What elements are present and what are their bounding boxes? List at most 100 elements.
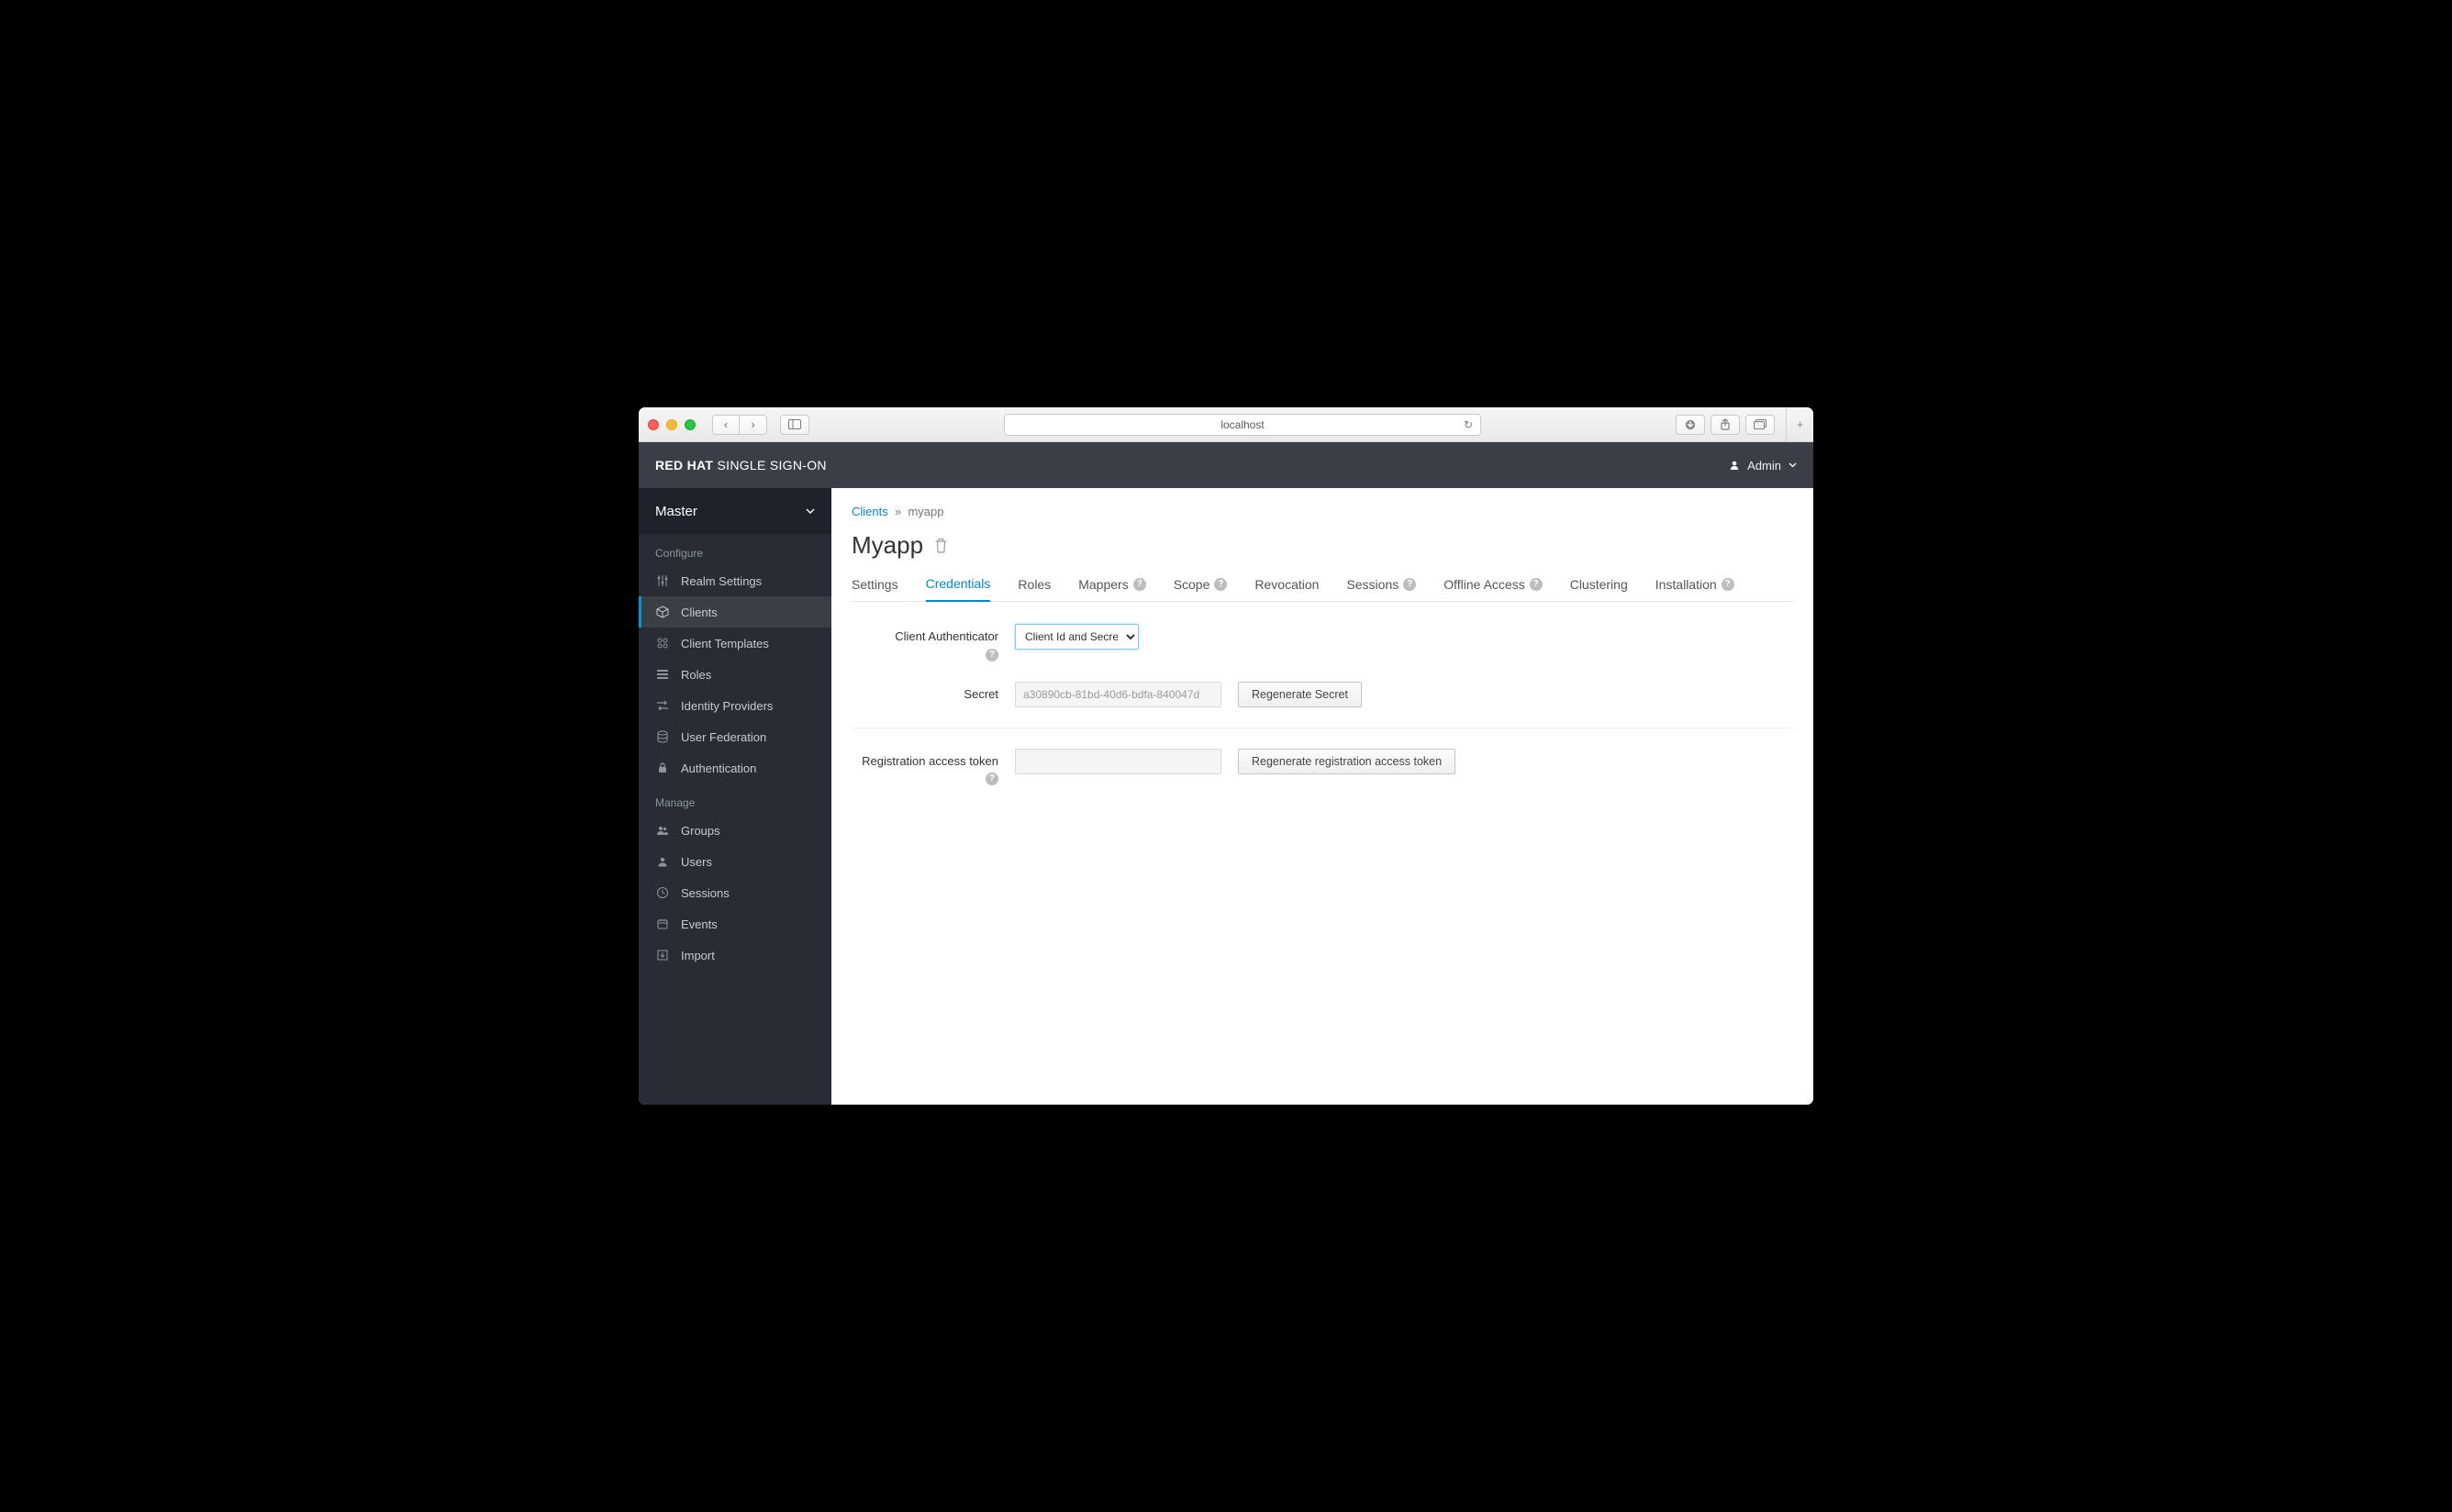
lock-icon	[655, 762, 670, 774]
main-content: Clients » myapp Myapp Settings Credentia…	[831, 488, 1813, 1105]
list-icon	[655, 668, 670, 681]
breadcrumb-parent[interactable]: Clients	[852, 505, 888, 518]
help-icon[interactable]: ?	[986, 773, 998, 785]
sliders-icon	[655, 574, 670, 587]
page-title-row: Myapp	[852, 531, 1793, 560]
tab-settings[interactable]: Settings	[852, 569, 898, 601]
back-button[interactable]: ‹	[712, 415, 740, 435]
tab-credentials[interactable]: Credentials	[926, 569, 991, 602]
row-secret: Secret Regenerate Secret	[852, 682, 1793, 707]
tab-installation[interactable]: Installation?	[1655, 569, 1734, 601]
tab-sessions[interactable]: Sessions?	[1346, 569, 1416, 601]
user-menu[interactable]: Admin	[1729, 459, 1797, 472]
label-client-authenticator: Client Authenticator ?	[852, 624, 998, 662]
breadcrumb-current: myapp	[908, 505, 943, 518]
sidebar-item-authentication[interactable]: Authentication	[639, 752, 831, 784]
app-header: RED HAT SINGLE SIGN-ON Admin	[639, 442, 1813, 488]
sidebar-item-groups[interactable]: Groups	[639, 815, 831, 846]
address-bar-container: localhost ↻	[936, 414, 1549, 436]
forward-button[interactable]: ›	[740, 415, 767, 435]
regenerate-secret-button[interactable]: Regenerate Secret	[1238, 682, 1362, 707]
sidebar-item-label: Authentication	[681, 762, 756, 775]
sidebar-toggle-button[interactable]	[780, 415, 809, 435]
sidebar-item-label: User Federation	[681, 730, 766, 744]
share-button[interactable]	[1711, 415, 1740, 435]
new-tab-button[interactable]: +	[1786, 407, 1813, 442]
sidebar-item-label: Import	[681, 949, 715, 962]
sidebar-item-realm-settings[interactable]: Realm Settings	[639, 565, 831, 596]
breadcrumb: Clients » myapp	[852, 505, 1793, 518]
section-manage: Manage	[639, 784, 831, 815]
reload-icon[interactable]: ↻	[1464, 418, 1473, 431]
tab-roles[interactable]: Roles	[1018, 569, 1051, 601]
minimize-window-icon[interactable]	[666, 419, 677, 430]
brand-bold: RED HAT	[655, 458, 713, 472]
sidebar-item-import[interactable]: Import	[639, 939, 831, 971]
sidebar-item-label: Roles	[681, 668, 711, 682]
chevron-down-icon	[1789, 462, 1797, 468]
sidebar-item-label: Realm Settings	[681, 574, 762, 588]
group-icon	[655, 824, 670, 837]
templates-icon	[655, 637, 670, 650]
brand-light: SINGLE SIGN-ON	[718, 458, 827, 472]
sidebar-item-clients[interactable]: Clients	[639, 596, 831, 628]
import-icon	[655, 949, 670, 962]
regenerate-token-button[interactable]: Regenerate registration access token	[1238, 749, 1455, 774]
row-client-authenticator: Client Authenticator ? Client Id and Sec…	[852, 624, 1793, 662]
sidebar-item-label: Groups	[681, 824, 720, 838]
downloads-button[interactable]	[1676, 415, 1705, 435]
tab-mappers[interactable]: Mappers?	[1078, 569, 1145, 601]
realm-selector[interactable]: Master	[639, 488, 831, 534]
address-text: localhost	[1220, 418, 1264, 431]
maximize-window-icon[interactable]	[685, 419, 696, 430]
database-icon	[655, 730, 670, 743]
sidebar-item-users[interactable]: Users	[639, 846, 831, 877]
cube-icon	[655, 606, 670, 618]
nav-buttons: ‹ ›	[712, 415, 767, 435]
sidebar-item-user-federation[interactable]: User Federation	[639, 721, 831, 752]
user-icon	[1729, 460, 1740, 471]
sidebar-item-roles[interactable]: Roles	[639, 659, 831, 690]
registration-token-field[interactable]	[1015, 749, 1221, 774]
calendar-icon	[655, 917, 670, 930]
tab-revocation[interactable]: Revocation	[1254, 569, 1319, 601]
user-name: Admin	[1747, 459, 1781, 472]
tab-scope[interactable]: Scope?	[1174, 569, 1228, 601]
sidebar-item-client-templates[interactable]: Client Templates	[639, 628, 831, 659]
client-authenticator-select[interactable]: Client Id and Secret	[1015, 624, 1139, 650]
sidebar: Master Configure Realm Settings Clients …	[639, 488, 831, 1105]
sidebar-item-identity-providers[interactable]: Identity Providers	[639, 690, 831, 721]
browser-toolbar: ‹ › localhost ↻ +	[639, 407, 1813, 442]
realm-name: Master	[655, 504, 697, 519]
chevron-down-icon	[806, 508, 815, 515]
page-title: Myapp	[852, 531, 923, 560]
help-icon: ?	[1530, 578, 1543, 591]
sidebar-item-label: Events	[681, 917, 718, 931]
sidebar-item-events[interactable]: Events	[639, 908, 831, 939]
sidebar-item-label: Client Templates	[681, 637, 769, 650]
help-icon[interactable]: ?	[986, 649, 998, 662]
section-configure: Configure	[639, 534, 831, 565]
secret-field[interactable]	[1015, 682, 1221, 707]
row-registration-token: Registration access token ? Regenerate r…	[852, 749, 1793, 785]
tab-clustering[interactable]: Clustering	[1570, 569, 1628, 601]
exchange-icon	[655, 699, 670, 712]
trash-icon[interactable]	[934, 538, 948, 553]
label-secret: Secret	[852, 682, 998, 703]
sidebar-item-label: Clients	[681, 606, 718, 619]
help-icon: ?	[1403, 578, 1416, 591]
help-icon: ?	[1133, 578, 1146, 591]
address-bar[interactable]: localhost ↻	[1004, 414, 1481, 436]
clock-icon	[655, 886, 670, 899]
help-icon: ?	[1214, 578, 1227, 591]
tabs-button[interactable]	[1745, 415, 1775, 435]
sidebar-item-label: Identity Providers	[681, 699, 773, 713]
tab-offline-access[interactable]: Offline Access?	[1443, 569, 1542, 601]
help-icon: ?	[1722, 578, 1734, 591]
close-window-icon[interactable]	[648, 419, 659, 430]
tabs: Settings Credentials Roles Mappers? Scop…	[852, 569, 1793, 602]
sidebar-item-label: Users	[681, 855, 712, 869]
sidebar-item-sessions[interactable]: Sessions	[639, 877, 831, 908]
label-registration-token: Registration access token ?	[852, 749, 998, 785]
user-icon	[655, 855, 670, 868]
